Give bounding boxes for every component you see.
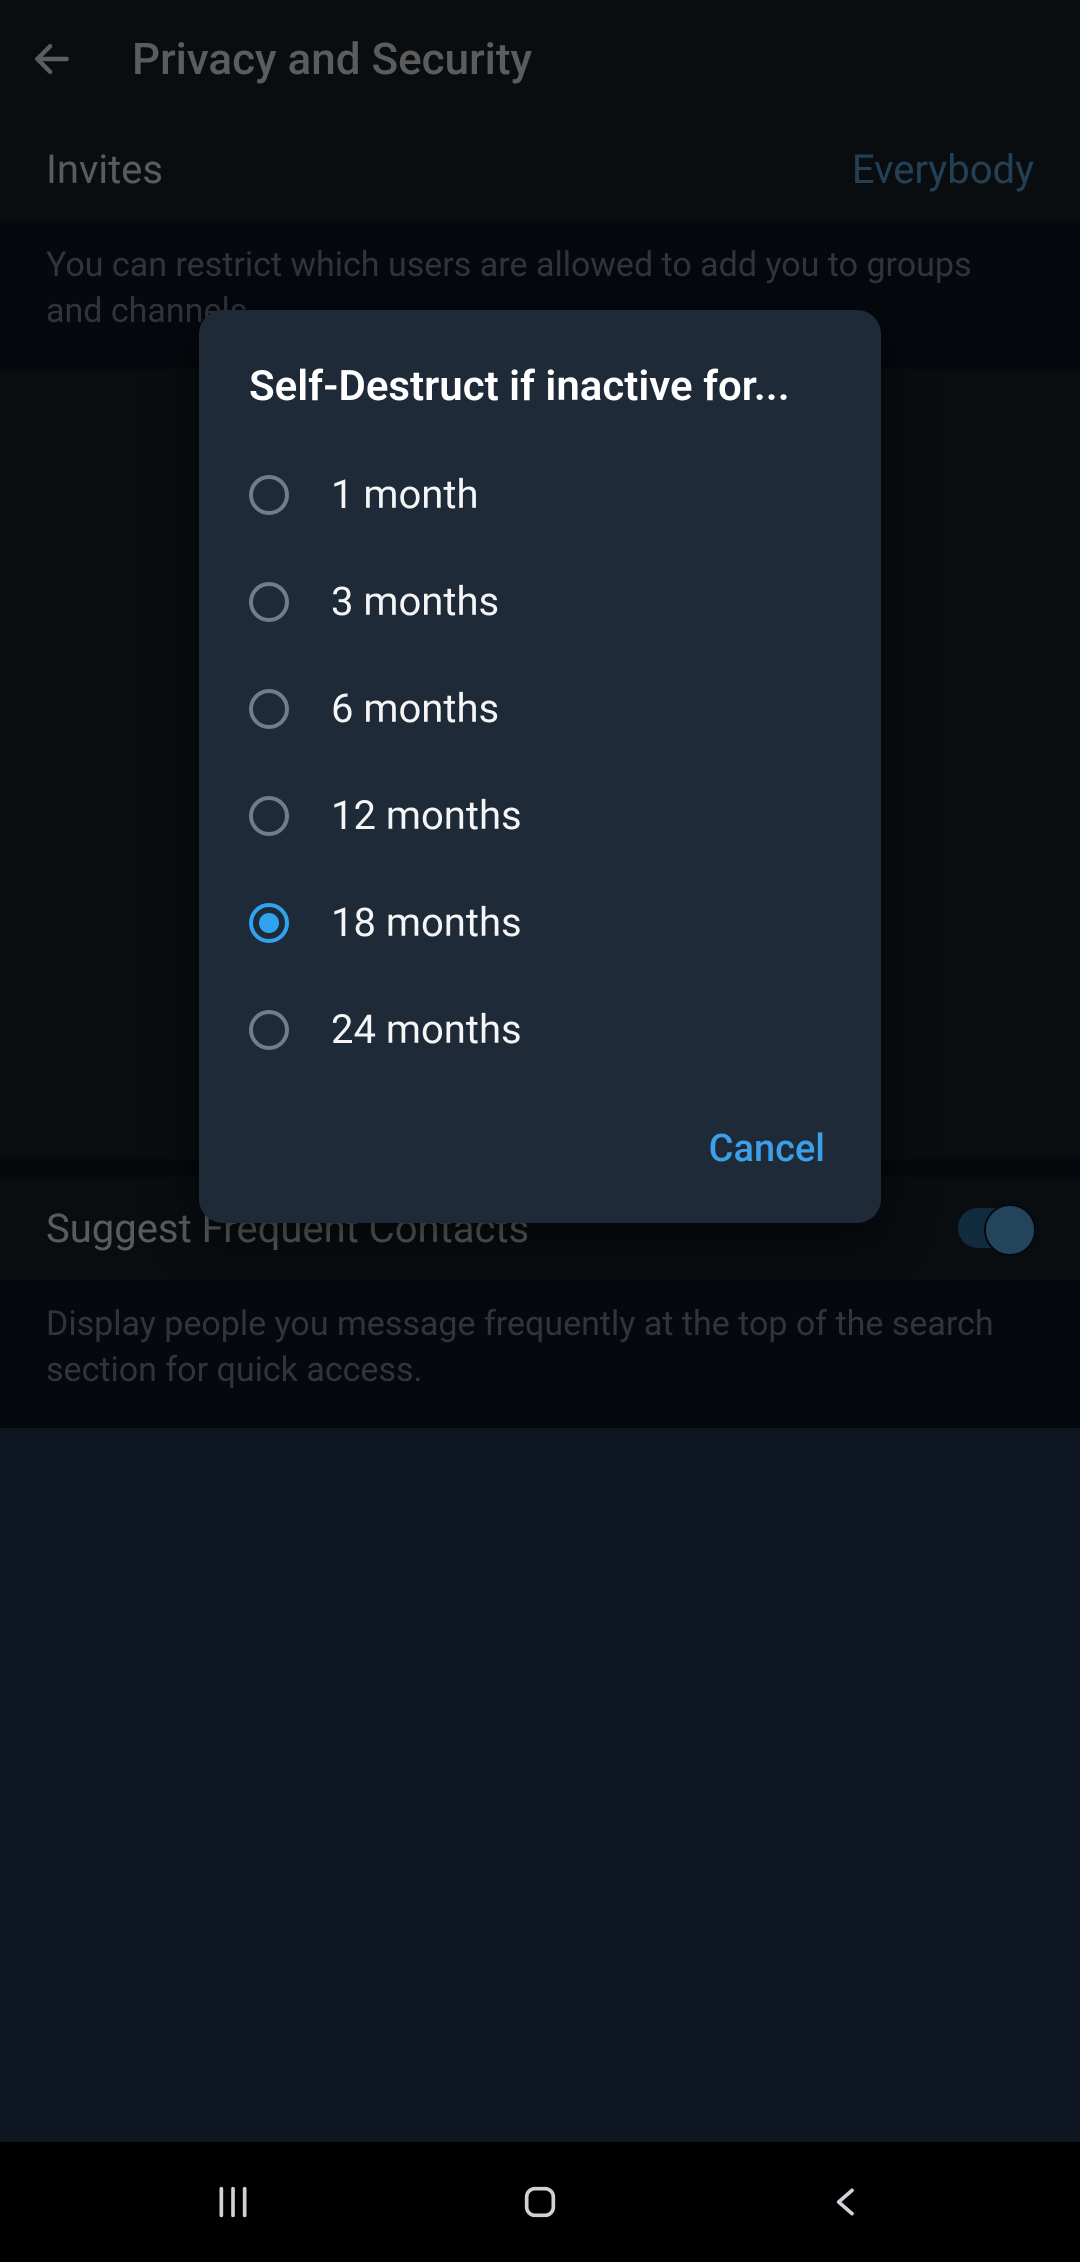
invites-label: Invites xyxy=(46,146,163,193)
setting-invites[interactable]: Invites Everybody xyxy=(0,118,1080,221)
option-label: 24 months xyxy=(331,1006,522,1053)
page-title: Privacy and Security xyxy=(132,33,532,85)
radio-icon xyxy=(249,1010,289,1050)
dialog-title: Self-Destruct if inactive for... xyxy=(199,362,881,441)
home-icon[interactable] xyxy=(510,2172,570,2232)
cancel-button[interactable]: Cancel xyxy=(693,1115,841,1183)
option-label: 6 months xyxy=(331,685,499,732)
option-label: 1 month xyxy=(331,471,479,518)
back-arrow-icon[interactable] xyxy=(30,37,74,81)
recents-icon[interactable] xyxy=(203,2172,263,2232)
option-24-months[interactable]: 24 months xyxy=(199,976,881,1083)
option-18-months[interactable]: 18 months xyxy=(199,869,881,976)
invites-value: Everybody xyxy=(852,146,1034,193)
back-icon[interactable] xyxy=(817,2172,877,2232)
option-12-months[interactable]: 12 months xyxy=(199,762,881,869)
option-6-months[interactable]: 6 months xyxy=(199,655,881,762)
option-label: 18 months xyxy=(331,899,522,946)
dialog-actions: Cancel xyxy=(199,1083,881,1199)
radio-icon xyxy=(249,689,289,729)
radio-icon xyxy=(249,582,289,622)
radio-icon xyxy=(249,903,289,943)
header-bar: Privacy and Security xyxy=(0,0,1080,118)
radio-icon xyxy=(249,796,289,836)
self-destruct-dialog: Self-Destruct if inactive for... 1 month… xyxy=(199,310,881,1223)
option-3-months[interactable]: 3 months xyxy=(199,548,881,655)
suggest-contacts-description: Display people you message frequently at… xyxy=(0,1280,1080,1428)
option-label: 12 months xyxy=(331,792,522,839)
suggest-contacts-toggle[interactable] xyxy=(958,1208,1034,1248)
radio-icon xyxy=(249,475,289,515)
dialog-options: 1 month 3 months 6 months 12 months 18 m… xyxy=(199,441,881,1083)
option-1-month[interactable]: 1 month xyxy=(199,441,881,548)
system-navbar xyxy=(0,2142,1080,2262)
option-label: 3 months xyxy=(331,578,499,625)
